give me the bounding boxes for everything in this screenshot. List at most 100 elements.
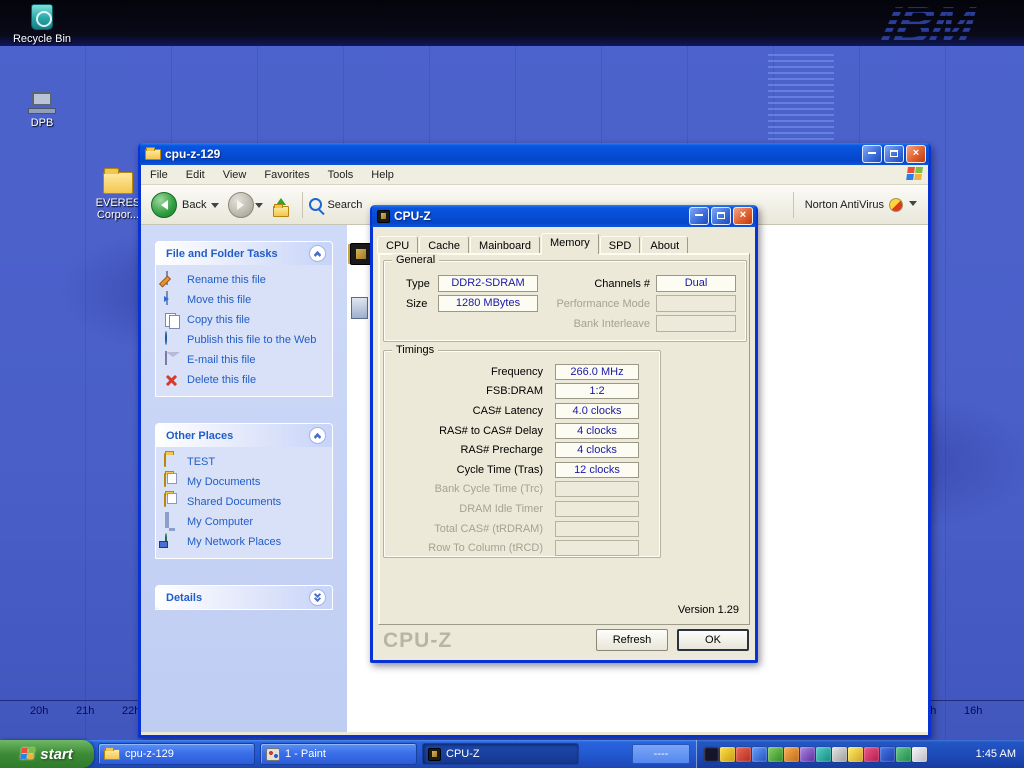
details-header[interactable]: Details — [156, 586, 332, 609]
tray-icon[interactable] — [720, 747, 735, 762]
general-groupbox: General Type DDR2-SDRAM Size 1280 MBytes… — [383, 260, 747, 342]
my-network-icon — [164, 534, 180, 550]
size-label: Size — [406, 298, 427, 310]
ibm-logo: IBM — [875, 0, 979, 56]
toolbar-separator — [302, 192, 303, 218]
menu-help[interactable]: Help — [362, 169, 403, 181]
place-my-network[interactable]: My Network Places — [164, 532, 328, 552]
timezone-label: 16h — [964, 705, 982, 717]
refresh-button[interactable]: Refresh — [596, 629, 668, 651]
timing-row: CAS# Latency 4.0 clocks — [384, 401, 660, 421]
tab-memory[interactable]: Memory — [541, 233, 599, 254]
maximize-button[interactable] — [884, 145, 904, 163]
minimize-button[interactable] — [689, 207, 709, 225]
wallpaper-stripes — [768, 54, 834, 146]
desktop-icon-dpb[interactable]: DPB — [10, 92, 74, 129]
tray-icon[interactable] — [848, 747, 863, 762]
close-button[interactable]: × — [906, 145, 926, 163]
taskbar-button-paint[interactable]: 1 - Paint — [260, 743, 417, 765]
total-cas-value — [555, 521, 639, 537]
file-icon[interactable] — [351, 297, 368, 319]
norton-antivirus-button[interactable]: Norton AntiVirus — [787, 185, 920, 225]
up-button[interactable] — [266, 190, 296, 220]
timings-legend: Timings — [392, 344, 438, 356]
ok-button[interactable]: OK — [677, 629, 749, 651]
file-folder-tasks-header[interactable]: File and Folder Tasks — [156, 242, 332, 265]
menu-edit[interactable]: Edit — [177, 169, 214, 181]
tray-icon[interactable] — [832, 747, 847, 762]
task-copy-file[interactable]: Copy this file — [164, 310, 328, 330]
task-label: E-mail this file — [187, 354, 255, 366]
tray-icon[interactable] — [816, 747, 831, 762]
task-email-file[interactable]: E-mail this file — [164, 350, 328, 370]
norton-dropdown-icon[interactable] — [909, 201, 917, 210]
tray-icon[interactable] — [800, 747, 815, 762]
other-places-header[interactable]: Other Places — [156, 424, 332, 447]
minimize-button[interactable] — [862, 145, 882, 163]
collapse-chevron-icon[interactable] — [309, 427, 326, 444]
place-my-documents[interactable]: My Documents — [164, 472, 328, 492]
cpuz-titlebar[interactable]: CPU-Z × — [372, 205, 756, 227]
tray-icon[interactable] — [880, 747, 895, 762]
place-my-computer[interactable]: My Computer — [164, 512, 328, 532]
tray-icon[interactable] — [784, 747, 799, 762]
tray-icon[interactable] — [736, 747, 751, 762]
cpuz-file-icon[interactable] — [350, 243, 372, 265]
copy-icon — [164, 312, 180, 328]
recycle-bin-icon — [31, 4, 53, 30]
task-label: Move this file — [187, 294, 251, 306]
tray-icon[interactable] — [704, 747, 719, 762]
task-delete-file[interactable]: Delete this file — [164, 370, 328, 390]
taskbar-overflow-button[interactable]: ---- — [632, 744, 690, 764]
move-icon — [164, 292, 180, 308]
taskbar-button-cpuz[interactable]: CPU-Z — [422, 743, 579, 765]
taskbar-button-cpu-z-129[interactable]: cpu-z-129 — [98, 743, 255, 765]
search-label: Search — [327, 199, 362, 211]
explorer-titlebar[interactable]: cpu-z-129 × — [140, 143, 929, 165]
tab-about[interactable]: About — [641, 236, 688, 254]
forward-button[interactable] — [228, 192, 254, 218]
desktop: IBM 20h 21h 22h 15h 16h Recycle Bin DPB … — [0, 0, 1024, 768]
menu-favorites[interactable]: Favorites — [255, 169, 318, 181]
tab-spd[interactable]: SPD — [600, 236, 641, 254]
search-button[interactable]: Search — [309, 198, 362, 211]
close-button[interactable]: × — [733, 207, 753, 225]
timing-row: Cycle Time (Tras) 12 clocks — [384, 460, 660, 480]
fsb-dram-label: FSB:DRAM — [384, 385, 549, 397]
cpuz-title: CPU-Z — [394, 209, 685, 223]
desktop-icon-recycle-bin[interactable]: Recycle Bin — [10, 4, 74, 45]
menu-view[interactable]: View — [214, 169, 256, 181]
cas-latency-value: 4.0 clocks — [555, 403, 639, 419]
tab-cache[interactable]: Cache — [419, 236, 469, 254]
tray-icon[interactable] — [896, 747, 911, 762]
task-move-file[interactable]: Move this file — [164, 290, 328, 310]
ras-to-cas-value: 4 clocks — [555, 423, 639, 439]
maximize-button[interactable] — [711, 207, 731, 225]
collapse-chevron-icon[interactable] — [309, 245, 326, 262]
menu-file[interactable]: File — [141, 169, 177, 181]
place-test[interactable]: TEST — [164, 452, 328, 472]
taskbar-button-label: cpu-z-129 — [125, 748, 174, 760]
tray-icon[interactable] — [912, 747, 927, 762]
back-button[interactable]: Back — [147, 190, 210, 220]
expand-chevron-icon[interactable] — [309, 589, 326, 606]
cycle-time-label: Cycle Time (Tras) — [384, 464, 549, 476]
my-documents-icon — [164, 474, 180, 490]
up-folder-icon — [273, 206, 289, 217]
desktop-icon-label: Recycle Bin — [10, 33, 74, 45]
menu-tools[interactable]: Tools — [319, 169, 363, 181]
total-cas-label: Total CAS# (tRDRAM) — [384, 523, 549, 535]
back-dropdown-icon[interactable] — [211, 203, 219, 212]
tray-icon[interactable] — [768, 747, 783, 762]
my-computer-icon — [164, 514, 180, 530]
tab-mainboard[interactable]: Mainboard — [470, 236, 540, 254]
tab-cpu[interactable]: CPU — [377, 236, 418, 254]
delete-icon — [164, 372, 180, 388]
tray-icon[interactable] — [864, 747, 879, 762]
tray-icon[interactable] — [752, 747, 767, 762]
task-rename-file[interactable]: Rename this file — [164, 270, 328, 290]
forward-dropdown-icon[interactable] — [255, 203, 263, 212]
start-button[interactable]: start — [0, 740, 94, 768]
task-publish-file[interactable]: Publish this file to the Web — [164, 330, 328, 350]
place-shared-documents[interactable]: Shared Documents — [164, 492, 328, 512]
